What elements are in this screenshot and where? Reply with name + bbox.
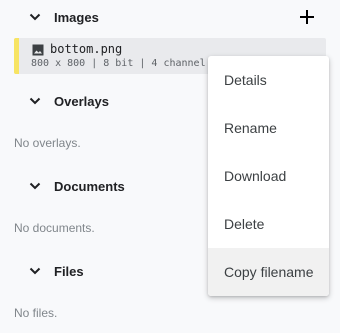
documents-empty-note: No documents.: [14, 221, 95, 235]
files-section-title: Files: [54, 263, 84, 279]
menu-item-copy-filename[interactable]: Copy filename: [208, 248, 329, 296]
chevron-down-icon[interactable]: [28, 94, 42, 108]
menu-item-details[interactable]: Details: [208, 56, 329, 104]
images-section-title: Images: [54, 9, 99, 25]
context-menu: Details Rename Download Delete Copy file…: [208, 56, 329, 296]
chevron-down-icon[interactable]: [28, 10, 42, 24]
menu-item-delete[interactable]: Delete: [208, 200, 329, 248]
overlays-section-title: Overlays: [54, 93, 109, 109]
image-icon: [32, 43, 44, 56]
image-filename: bottom.png: [50, 42, 123, 56]
files-empty-note: No files.: [14, 306, 58, 320]
chevron-down-icon[interactable]: [28, 264, 42, 278]
plus-icon[interactable]: [294, 4, 320, 30]
image-color-marker: [14, 38, 19, 74]
image-meta: 800 x 800 | 8 bit | 4 channel: [31, 58, 206, 69]
menu-item-rename[interactable]: Rename: [208, 104, 329, 152]
menu-item-download[interactable]: Download: [208, 152, 329, 200]
images-section-header[interactable]: Images: [0, 0, 340, 34]
chevron-down-icon[interactable]: [28, 179, 42, 193]
documents-section-title: Documents: [54, 178, 125, 194]
overlays-empty-note: No overlays.: [14, 136, 81, 150]
